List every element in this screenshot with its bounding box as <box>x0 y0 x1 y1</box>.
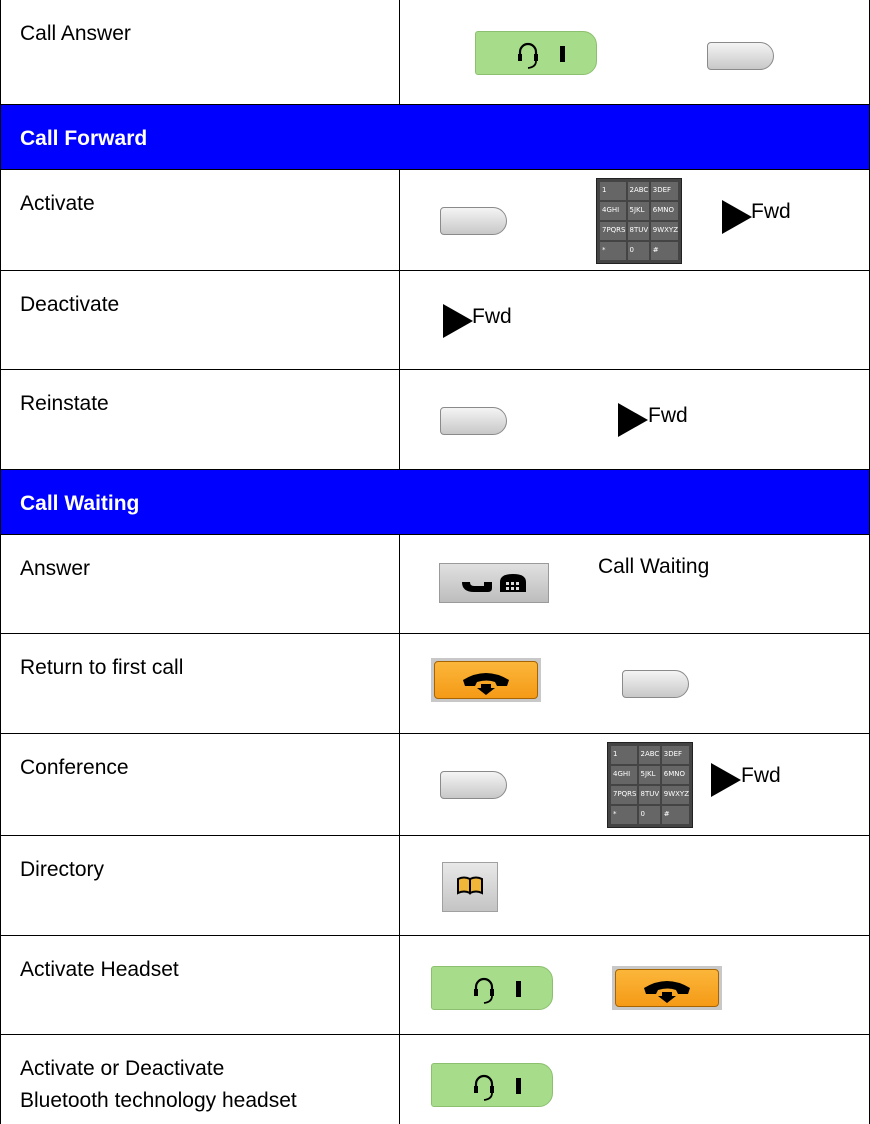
arrow-right-icon <box>722 200 752 234</box>
section-header-call-waiting: Call Waiting <box>0 470 870 535</box>
arrow-right-icon <box>711 763 741 797</box>
row-label: Call Answer <box>20 22 131 45</box>
arrow-right-icon <box>443 304 473 338</box>
table-row-directory: Directory <box>0 836 870 936</box>
release-key-icon <box>612 966 722 1010</box>
directory-key-icon <box>442 862 498 912</box>
softkey-icon <box>707 42 774 70</box>
table-row-bluetooth-headset: Activate or Deactivate Bluetooth technol… <box>0 1035 870 1124</box>
table-row-answer: Answer Call Waiting <box>0 535 870 634</box>
softkey-icon <box>440 207 507 235</box>
row-label: Directory <box>20 858 105 881</box>
section-title: Call Forward <box>20 127 148 150</box>
table-row-reinstate: Reinstate Fwd <box>0 370 870 470</box>
row-label: Conference <box>20 756 129 779</box>
row-label: Answer <box>20 557 91 580</box>
row-label: Reinstate <box>20 392 109 415</box>
headset-key-icon <box>431 966 553 1010</box>
table-row-activate: Activate 1 2ABC 3DEF 4GHI 5JKL 6MNO 7PQRS 8TU… <box>0 170 870 271</box>
call-waiting-key-icon <box>439 563 549 603</box>
call-waiting-label: Call Waiting <box>598 555 710 578</box>
keypad-icon: 1 2ABC 3DEF 4GHI 5JKL 6MNO 7PQRS 8TUV 9WXYZ * 0… <box>596 178 682 264</box>
table-row-activate-headset: Activate Headset <box>0 936 870 1035</box>
section-header-call-forward: Call Forward <box>0 105 870 170</box>
fwd-label: Fwd <box>472 305 512 328</box>
table-left-border <box>0 0 1 1124</box>
release-key-icon <box>431 658 541 702</box>
row-label: Activate Headset <box>20 958 179 981</box>
row-label: Activate or Deactivate <box>20 1057 225 1080</box>
row-label: Deactivate <box>20 293 120 316</box>
headset-key-icon <box>475 31 597 75</box>
table-row-deactivate: Deactivate Fwd <box>0 271 870 370</box>
keypad-icon: 1 2ABC 3DEF 4GHI 5JKL 6MNO 7PQRS 8TUV 9WXYZ * 0… <box>607 742 693 828</box>
fwd-label: Fwd <box>751 200 791 223</box>
softkey-icon <box>622 670 689 698</box>
section-title: Call Waiting <box>20 492 140 515</box>
fwd-label: Fwd <box>741 764 781 787</box>
softkey-icon <box>440 771 507 799</box>
row-label: Return to first call <box>20 656 184 679</box>
table-row-return-to-first-call: Return to first call <box>0 634 870 734</box>
fwd-label: Fwd <box>648 404 688 427</box>
row-label: Activate <box>20 192 95 215</box>
table-row-conference: Conference 1 2ABC 3DEF 4GHI 5JKL 6MNO 7PQRS 8… <box>0 734 870 836</box>
arrow-right-icon <box>618 403 648 437</box>
row-label-line2: Bluetooth technology headset <box>20 1089 297 1112</box>
table-row-call-answer: Call Answer <box>0 0 870 105</box>
softkey-icon <box>440 407 507 435</box>
headset-key-icon <box>431 1063 553 1107</box>
